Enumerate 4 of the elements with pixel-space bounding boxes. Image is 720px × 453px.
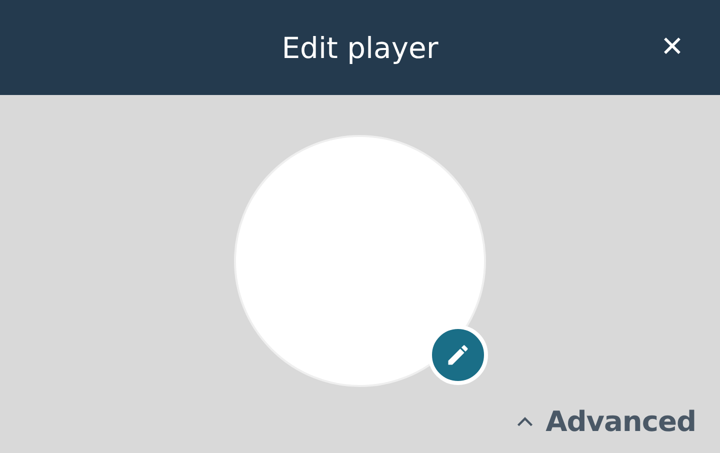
advanced-toggle[interactable]: Advanced [516,405,696,438]
close-button[interactable]: ✕ [660,28,684,66]
chevron-icon [516,416,534,428]
dialog-title: Edit player [282,30,438,64]
